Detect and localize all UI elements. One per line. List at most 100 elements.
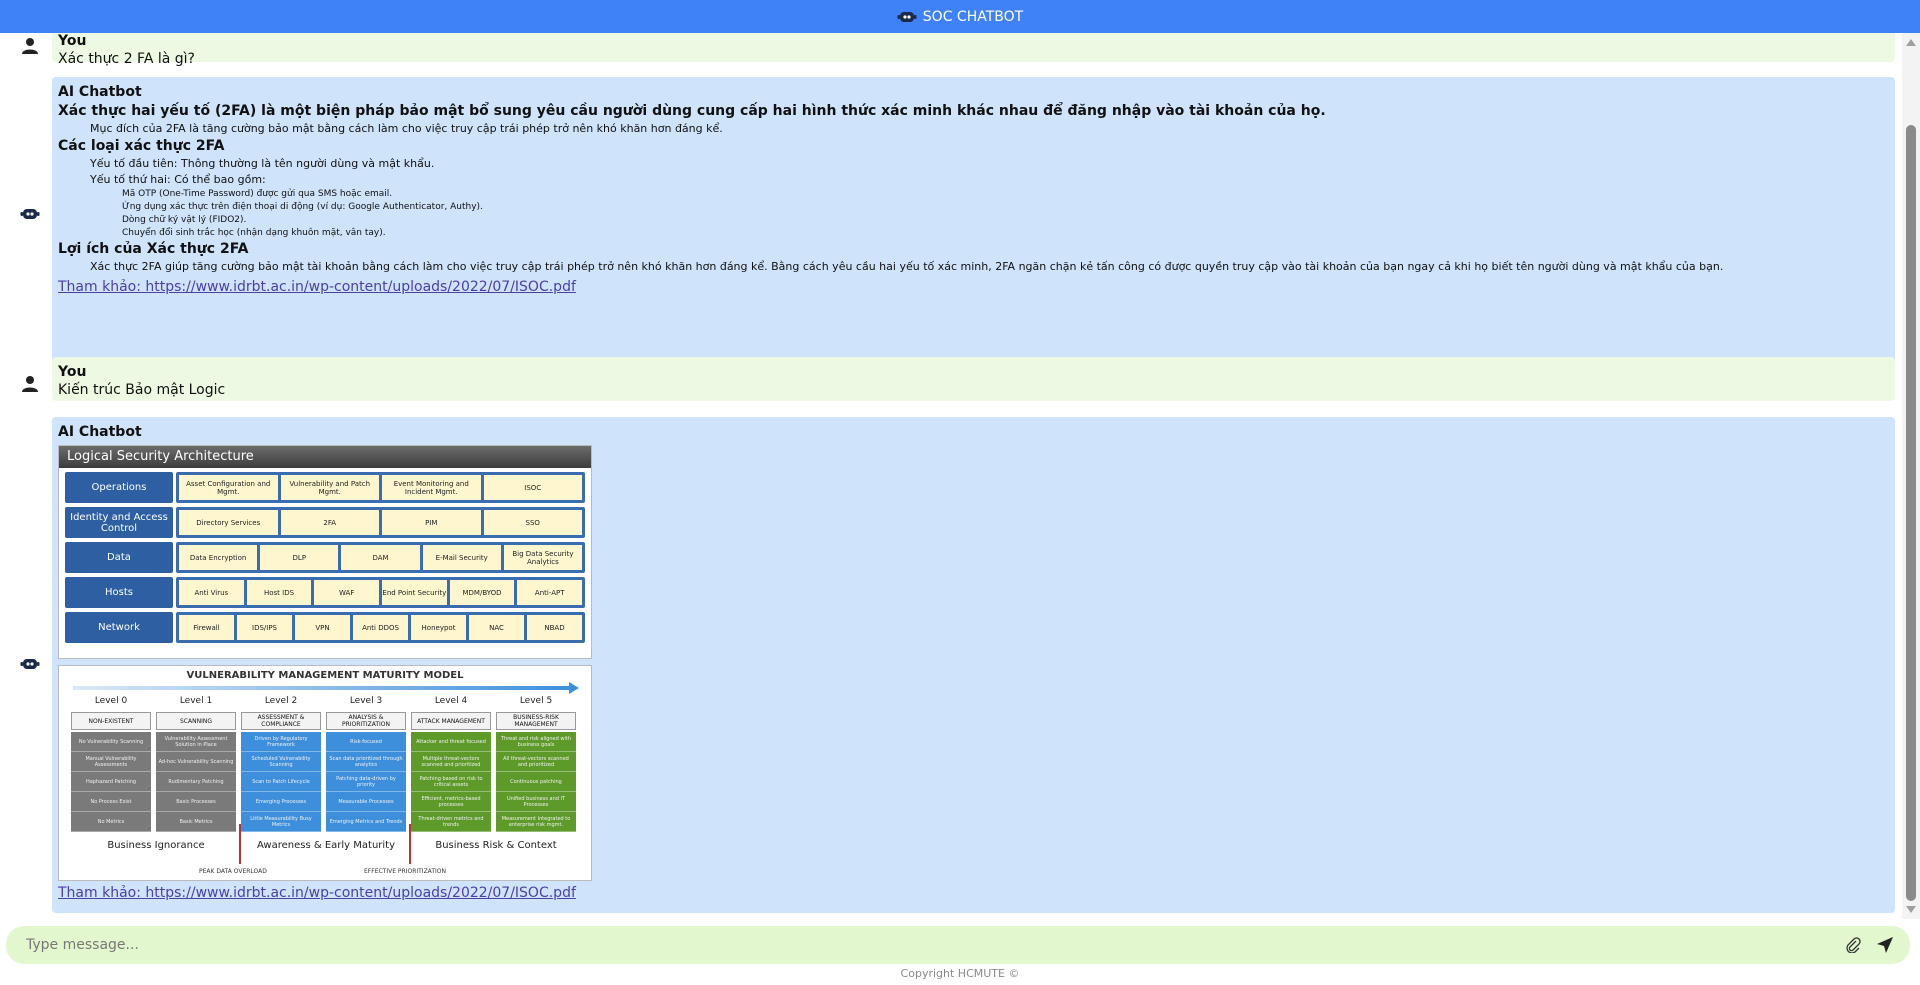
row-label: Hosts bbox=[65, 577, 173, 608]
level-items: Driven by Regulatory Framework Scheduled … bbox=[241, 732, 321, 832]
marker-label: PEAK DATA OVERLOAD bbox=[199, 868, 267, 875]
level-item: Patching based on risk to critical asset… bbox=[411, 772, 491, 792]
list-item: Yếu tố đầu tiên: Thông thường là tên ngư… bbox=[90, 157, 435, 170]
diagram-row: Operations Asset Configuration and Mgmt. V… bbox=[65, 472, 585, 503]
level-items: Risk-focused Scan data prioritized throug… bbox=[326, 732, 406, 832]
row-label: Identity and Access Control bbox=[65, 507, 173, 538]
user-avatar-icon bbox=[20, 374, 40, 394]
answer-paragraph: Mục đích của 2FA là tăng cường bảo mật b… bbox=[90, 122, 723, 135]
maturity-level-column: Level 2 ASSESSMENT & COMPLIANCE Driven by … bbox=[241, 696, 321, 832]
scroll-up-icon[interactable] bbox=[1906, 39, 1916, 46]
level-item: Patching data-driven by priority bbox=[326, 772, 406, 792]
row-cell: 2FA bbox=[280, 510, 379, 535]
send-icon[interactable] bbox=[1874, 934, 1896, 956]
level-item: Threat-driven metrics and trends bbox=[411, 812, 491, 832]
level-item: Scan data prioritized through analytics bbox=[326, 752, 406, 772]
row-label: Data bbox=[65, 542, 173, 573]
row-cell: NBAD bbox=[527, 615, 582, 640]
level-item: Basic Processes bbox=[156, 792, 236, 812]
level-items: Vulnerability Assessment Solution in Pla… bbox=[156, 732, 236, 832]
sender-name: AI Chatbot bbox=[58, 424, 142, 440]
level-item: Scheduled Vulnerability Scanning bbox=[241, 752, 321, 772]
level-name: ATTACK MANAGEMENT bbox=[411, 712, 491, 730]
reference-link[interactable]: Tham khảo: https://www.idrbt.ac.in/wp-co… bbox=[58, 885, 1889, 901]
message-text: Kiến trúc Bảo mật Logic bbox=[58, 382, 226, 398]
reference-link[interactable]: Tham khảo: https://www.idrbt.ac.in/wp-co… bbox=[58, 279, 576, 295]
level-title: Level 3 bbox=[349, 696, 383, 706]
scrollbar-thumb[interactable] bbox=[1906, 125, 1916, 901]
row-cell: Data Encryption bbox=[179, 545, 258, 570]
answer-paragraph: Xác thực 2FA giúp tăng cường bảo mật tài… bbox=[90, 260, 1724, 273]
marker-line bbox=[239, 824, 241, 864]
row-cells: Anti Virus Host IDS WAF End Point Security M… bbox=[176, 577, 585, 608]
level-item: No Metrics bbox=[71, 812, 151, 832]
level-name: SCANNING bbox=[156, 712, 236, 730]
attach-icon[interactable] bbox=[1842, 934, 1864, 956]
level-item: Emerging Metrics and Trends bbox=[326, 812, 406, 832]
progress-arrow bbox=[73, 686, 573, 690]
level-item: Scan to Patch Lifecycle bbox=[241, 772, 321, 792]
maturity-level-column: Level 0 NON-EXISTENT No Vulnerability Scan… bbox=[71, 696, 151, 832]
section-heading: Lợi ích của Xác thực 2FA bbox=[58, 241, 249, 257]
row-cell: NAC bbox=[469, 615, 524, 640]
level-item: Continuous patching bbox=[496, 772, 576, 792]
row-cell: Anti-APT bbox=[517, 580, 583, 605]
user-avatar-icon bbox=[20, 36, 40, 56]
level-item: Unified business and IT Processes bbox=[496, 792, 576, 812]
row-cell: Asset Configuration and Mgmt. bbox=[179, 475, 278, 500]
chatbot-logo-icon bbox=[897, 9, 917, 25]
row-cells: Directory Services 2FA PIM SSO bbox=[176, 507, 585, 538]
level-name: NON-EXISTENT bbox=[71, 712, 151, 730]
level-items: Threat and risk aligned with business go… bbox=[496, 732, 576, 832]
message-input[interactable] bbox=[24, 936, 1832, 954]
sender-name: AI Chatbot bbox=[58, 84, 142, 100]
level-name: BUSINESS-RISK MANAGEMENT bbox=[496, 712, 576, 730]
diagram-rows: Operations Asset Configuration and Mgmt. V… bbox=[59, 472, 591, 643]
row-label: Operations bbox=[65, 472, 173, 503]
row-cell: Big Data Security Analytics bbox=[503, 545, 583, 570]
row-cell: Anti DDOS bbox=[353, 615, 408, 640]
chat-scrollbar[interactable] bbox=[1902, 33, 1920, 919]
answer-heading: Xác thực hai yếu tố (2FA) là một biện ph… bbox=[58, 103, 1326, 119]
row-cell: Honeypot bbox=[411, 615, 466, 640]
model-title: VULNERABILITY MANAGEMENT MATURITY MODEL bbox=[186, 670, 464, 681]
maturity-stage-label: Awareness & Early Maturity bbox=[256, 840, 396, 851]
level-item: No Process Exist bbox=[71, 792, 151, 812]
diagram-row: Data Data Encryption DLP DAM E-Mail Security… bbox=[65, 542, 585, 573]
logical-security-architecture-image: Logical Security Architecture Operations… bbox=[58, 445, 592, 659]
maturity-level-column: Level 1 SCANNING Vulnerability Assessment … bbox=[156, 696, 236, 832]
level-item: Vulnerability Assessment Solution in Pla… bbox=[156, 732, 236, 752]
scroll-down-icon[interactable] bbox=[1906, 906, 1916, 913]
row-cells: Asset Configuration and Mgmt. Vulnerabili… bbox=[176, 472, 585, 503]
diagram-row: Hosts Anti Virus Host IDS WAF End Point Secu… bbox=[65, 577, 585, 608]
bot-message: AI Chatbot Logical Security Architecture… bbox=[52, 417, 1895, 913]
level-item: Threat and risk aligned with business go… bbox=[496, 732, 576, 752]
level-item: Rudimentary Patching bbox=[156, 772, 236, 792]
maturity-stage-label: Business Ignorance bbox=[107, 840, 205, 851]
row-cell: SSO bbox=[483, 510, 582, 535]
level-item: Risk-focused bbox=[326, 732, 406, 752]
vulnerability-maturity-model-image: VULNERABILITY MANAGEMENT MATURITY MODEL … bbox=[58, 665, 592, 881]
chat-area[interactable]: You Xác thực 2 FA là gì? AI Chatbot Xác … bbox=[0, 33, 1902, 919]
row-cell: Vulnerability and Patch Mgmt. bbox=[280, 475, 379, 500]
sub-list-item: Chuyển đổi sinh trắc học (nhận dạng khuô… bbox=[122, 228, 386, 238]
list-item: Yếu tố thứ hai: Có thể bao gồm: bbox=[90, 173, 266, 186]
row-cell: DLP bbox=[260, 545, 339, 570]
sender-name: You bbox=[58, 33, 87, 49]
level-name: ANALYSIS & PRIORITIZATION bbox=[326, 712, 406, 730]
sender-name: You bbox=[58, 364, 87, 380]
row-label: Network bbox=[65, 612, 173, 643]
row-cells: Data Encryption DLP DAM E-Mail Security Big … bbox=[176, 542, 585, 573]
row-cell: E-Mail Security bbox=[422, 545, 501, 570]
row-cell: Firewall bbox=[179, 615, 234, 640]
row-cell: IDS/IPS bbox=[237, 615, 292, 640]
user-message: You Xác thực 2 FA là gì? bbox=[52, 33, 1895, 67]
level-item: Ad-hoc Vulnerability Scanning bbox=[156, 752, 236, 772]
sub-list-item: Ứng dụng xác thực trên điện thoại di độn… bbox=[122, 202, 483, 212]
level-item: Measurable Processes bbox=[326, 792, 406, 812]
row-cell: WAF bbox=[314, 580, 380, 605]
level-item: Little Measurability Busy Metrics bbox=[241, 812, 321, 832]
row-cell: MDM/BYOD bbox=[449, 580, 515, 605]
level-item: Basic Metrics bbox=[156, 812, 236, 832]
maturity-level-column: Level 4 ATTACK MANAGEMENT Attacker and thr… bbox=[411, 696, 491, 832]
